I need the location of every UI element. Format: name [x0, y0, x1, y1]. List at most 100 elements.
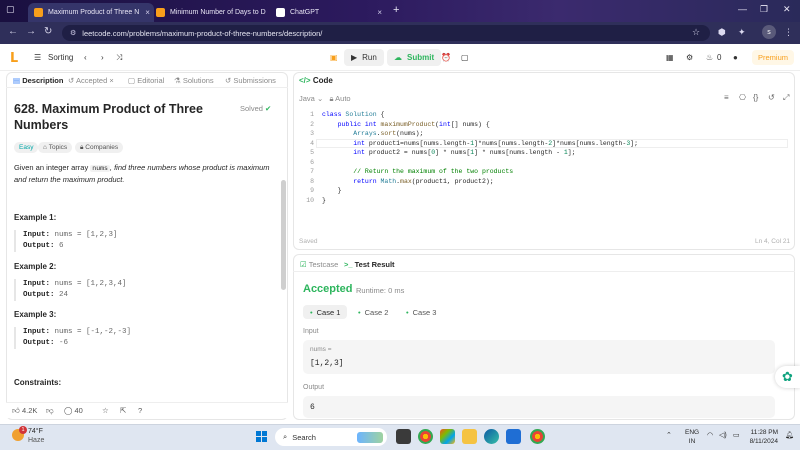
close-tab-icon[interactable]: × [139, 8, 150, 17]
chatgpt-extension-icon[interactable]: ✿ [775, 366, 800, 388]
next-problem-icon[interactable]: › [101, 53, 104, 62]
url-input[interactable]: ⚙ leetcode.com/problems/maximum-product-… [62, 25, 710, 41]
tab-accepted[interactable]: ↺ Accepted × [68, 76, 114, 85]
forward-icon[interactable]: → [26, 26, 36, 37]
copilot-app-icon[interactable] [440, 429, 455, 444]
file-explorer-icon[interactable] [462, 429, 477, 444]
reset-code-icon[interactable]: ↺ [768, 93, 775, 102]
alarm-clock-icon[interactable]: ⏰ [441, 53, 451, 62]
case-tab-1[interactable]: • Case 1 [303, 305, 348, 319]
profile-avatar[interactable]: s [762, 25, 776, 39]
tray-overflow-icon[interactable]: ⌃ [666, 431, 672, 439]
code-line[interactable]: class Solution { [322, 111, 384, 118]
share-icon[interactable]: ⇱ [120, 406, 126, 415]
result-status: Accepted [303, 283, 353, 295]
tab-list-icon[interactable]: ▢ [6, 4, 15, 15]
description-scrollbar[interactable] [281, 180, 286, 290]
comments-button[interactable]: ◯ 40 [64, 406, 83, 415]
maximize-icon[interactable]: ❐ [760, 4, 768, 15]
user-avatar-icon[interactable]: ● [733, 53, 738, 62]
solved-status: Solved ✔ [240, 104, 272, 113]
prev-problem-icon[interactable]: ‹ [84, 53, 87, 62]
code-line[interactable]: Arrays.sort(nums); [322, 130, 423, 137]
thumbs-up-icon: 👍︎ [12, 406, 20, 415]
tab-description[interactable]: ▤ Description [13, 76, 63, 85]
difficulty-badge[interactable]: Easy [14, 142, 39, 153]
fullscreen-icon[interactable]: ⤢ [783, 93, 789, 103]
run-button[interactable]: ▶ Run [344, 49, 384, 66]
dislike-button[interactable]: 👎︎ [46, 406, 54, 416]
code-line[interactable]: return Math.max(product1, product2); [322, 178, 493, 185]
browser-menu-icon[interactable]: ⋮ [784, 27, 793, 38]
submit-button[interactable]: ☁ Submit [387, 49, 442, 66]
extension-icon[interactable]: ⬢ [718, 27, 726, 38]
example-block: Input: nums = [1,2,3,4] Output: 24 [14, 279, 280, 301]
edge-app-icon[interactable] [484, 429, 499, 444]
case-tab-3[interactable]: • Case 3 [399, 305, 443, 319]
tab-submissions[interactable]: ↺ Submissions [225, 76, 276, 85]
tab-testcase[interactable]: ☑ Testcase [300, 260, 338, 269]
task-view-icon[interactable] [396, 429, 411, 444]
like-button[interactable]: 👍︎ 4.2K [12, 406, 37, 416]
reload-icon[interactable]: ↻ [44, 26, 52, 37]
settings-gear-icon[interactable]: ⚙ [686, 53, 693, 62]
bookmark-star-icon[interactable]: ☆ [692, 27, 700, 38]
tab-solutions[interactable]: ⚗ Solutions [174, 76, 214, 85]
close-tab-icon[interactable]: × [371, 8, 382, 17]
new-tab-icon[interactable]: + [393, 4, 399, 16]
minimize-icon[interactable]: — [738, 4, 747, 14]
store-app-icon[interactable] [506, 429, 521, 444]
tab-test-result[interactable]: >_ Test Result [344, 260, 395, 269]
volume-icon[interactable]: ◁) [719, 431, 727, 439]
back-icon[interactable]: ← [8, 26, 18, 37]
code-line[interactable]: public int maximumProduct(int[] nums) { [322, 121, 490, 128]
notes-icon[interactable]: ▢ [461, 53, 469, 62]
problem-list-label[interactable]: Sorting [48, 53, 73, 62]
close-tab-icon[interactable]: × [266, 8, 268, 17]
windows-start-icon[interactable] [256, 431, 267, 442]
wifi-icon[interactable]: ◠ [707, 431, 713, 439]
help-icon[interactable]: ? [138, 406, 142, 415]
language-selector[interactable]: Java ⌄ 🔒︎ Auto [299, 94, 351, 104]
system-clock[interactable]: 11:28 PM 8/11/2024 [748, 428, 778, 446]
chevron-down-icon: ⌄ [316, 94, 324, 103]
close-icon[interactable]: × [109, 76, 113, 85]
code-line[interactable]: } [322, 197, 326, 204]
chrome-profile-app-icon[interactable] [530, 429, 545, 444]
favorite-star-icon[interactable]: ☆ [102, 406, 109, 415]
format-code-icon[interactable]: ≡ [724, 93, 729, 102]
browser-tab-chatgpt[interactable]: ChatGPT × [270, 3, 388, 22]
braces-icon[interactable]: {} [753, 93, 758, 102]
code-line[interactable]: } [322, 187, 342, 194]
code-line[interactable]: int product1=nums[nums.length-1]*nums[nu… [322, 140, 638, 147]
search-highlight-image [357, 431, 383, 443]
browser-tab-min-days[interactable]: Minimum Number of Days to D × [150, 3, 268, 22]
pass-dot-icon: • [310, 307, 313, 317]
line-number: 9 [310, 187, 314, 194]
leetcode-logo-icon[interactable]: ᒪ [10, 50, 22, 65]
taskbar-search[interactable]: ⌕ Search [275, 428, 387, 446]
notifications-bell-icon[interactable]: 🔔︎ [785, 431, 794, 439]
output-box: 6 [303, 396, 775, 418]
shuffle-icon[interactable]: ⤨ [116, 53, 122, 63]
weather-widget[interactable]: 1 74°F Haze [12, 426, 44, 445]
premium-button[interactable]: Premium [752, 50, 795, 65]
debug-icon[interactable]: ▣ [330, 53, 338, 62]
fire-streak-icon[interactable]: ♨ [706, 53, 713, 62]
tab-editorial[interactable]: ▢ Editorial [128, 76, 164, 85]
problem-list-icon[interactable]: ☰ [34, 53, 41, 62]
case-tab-2[interactable]: • Case 2 [351, 305, 395, 319]
site-info-icon[interactable]: ⚙ [70, 29, 76, 37]
chrome-app-icon[interactable] [418, 429, 433, 444]
companies-button[interactable]: 🔒︎ Companies [75, 142, 124, 153]
code-line[interactable]: // Return the maximum of the two product… [322, 168, 513, 175]
topics-button[interactable]: ⌂ Topics [38, 142, 73, 153]
layout-grid-icon[interactable]: ▦ [666, 53, 674, 62]
code-line[interactable]: int product2 = nums[0] * nums[1] * nums[… [322, 149, 575, 156]
browser-tab-leetcode[interactable]: Maximum Product of Three N × [28, 3, 154, 22]
bookmark-icon[interactable]: ⎔ [739, 93, 746, 102]
extensions-puzzle-icon[interactable]: ✦ [738, 27, 746, 38]
language-indicator[interactable]: ENG IN [685, 428, 699, 446]
battery-icon[interactable]: ▭ [733, 431, 740, 439]
close-window-icon[interactable]: ✕ [783, 4, 791, 15]
